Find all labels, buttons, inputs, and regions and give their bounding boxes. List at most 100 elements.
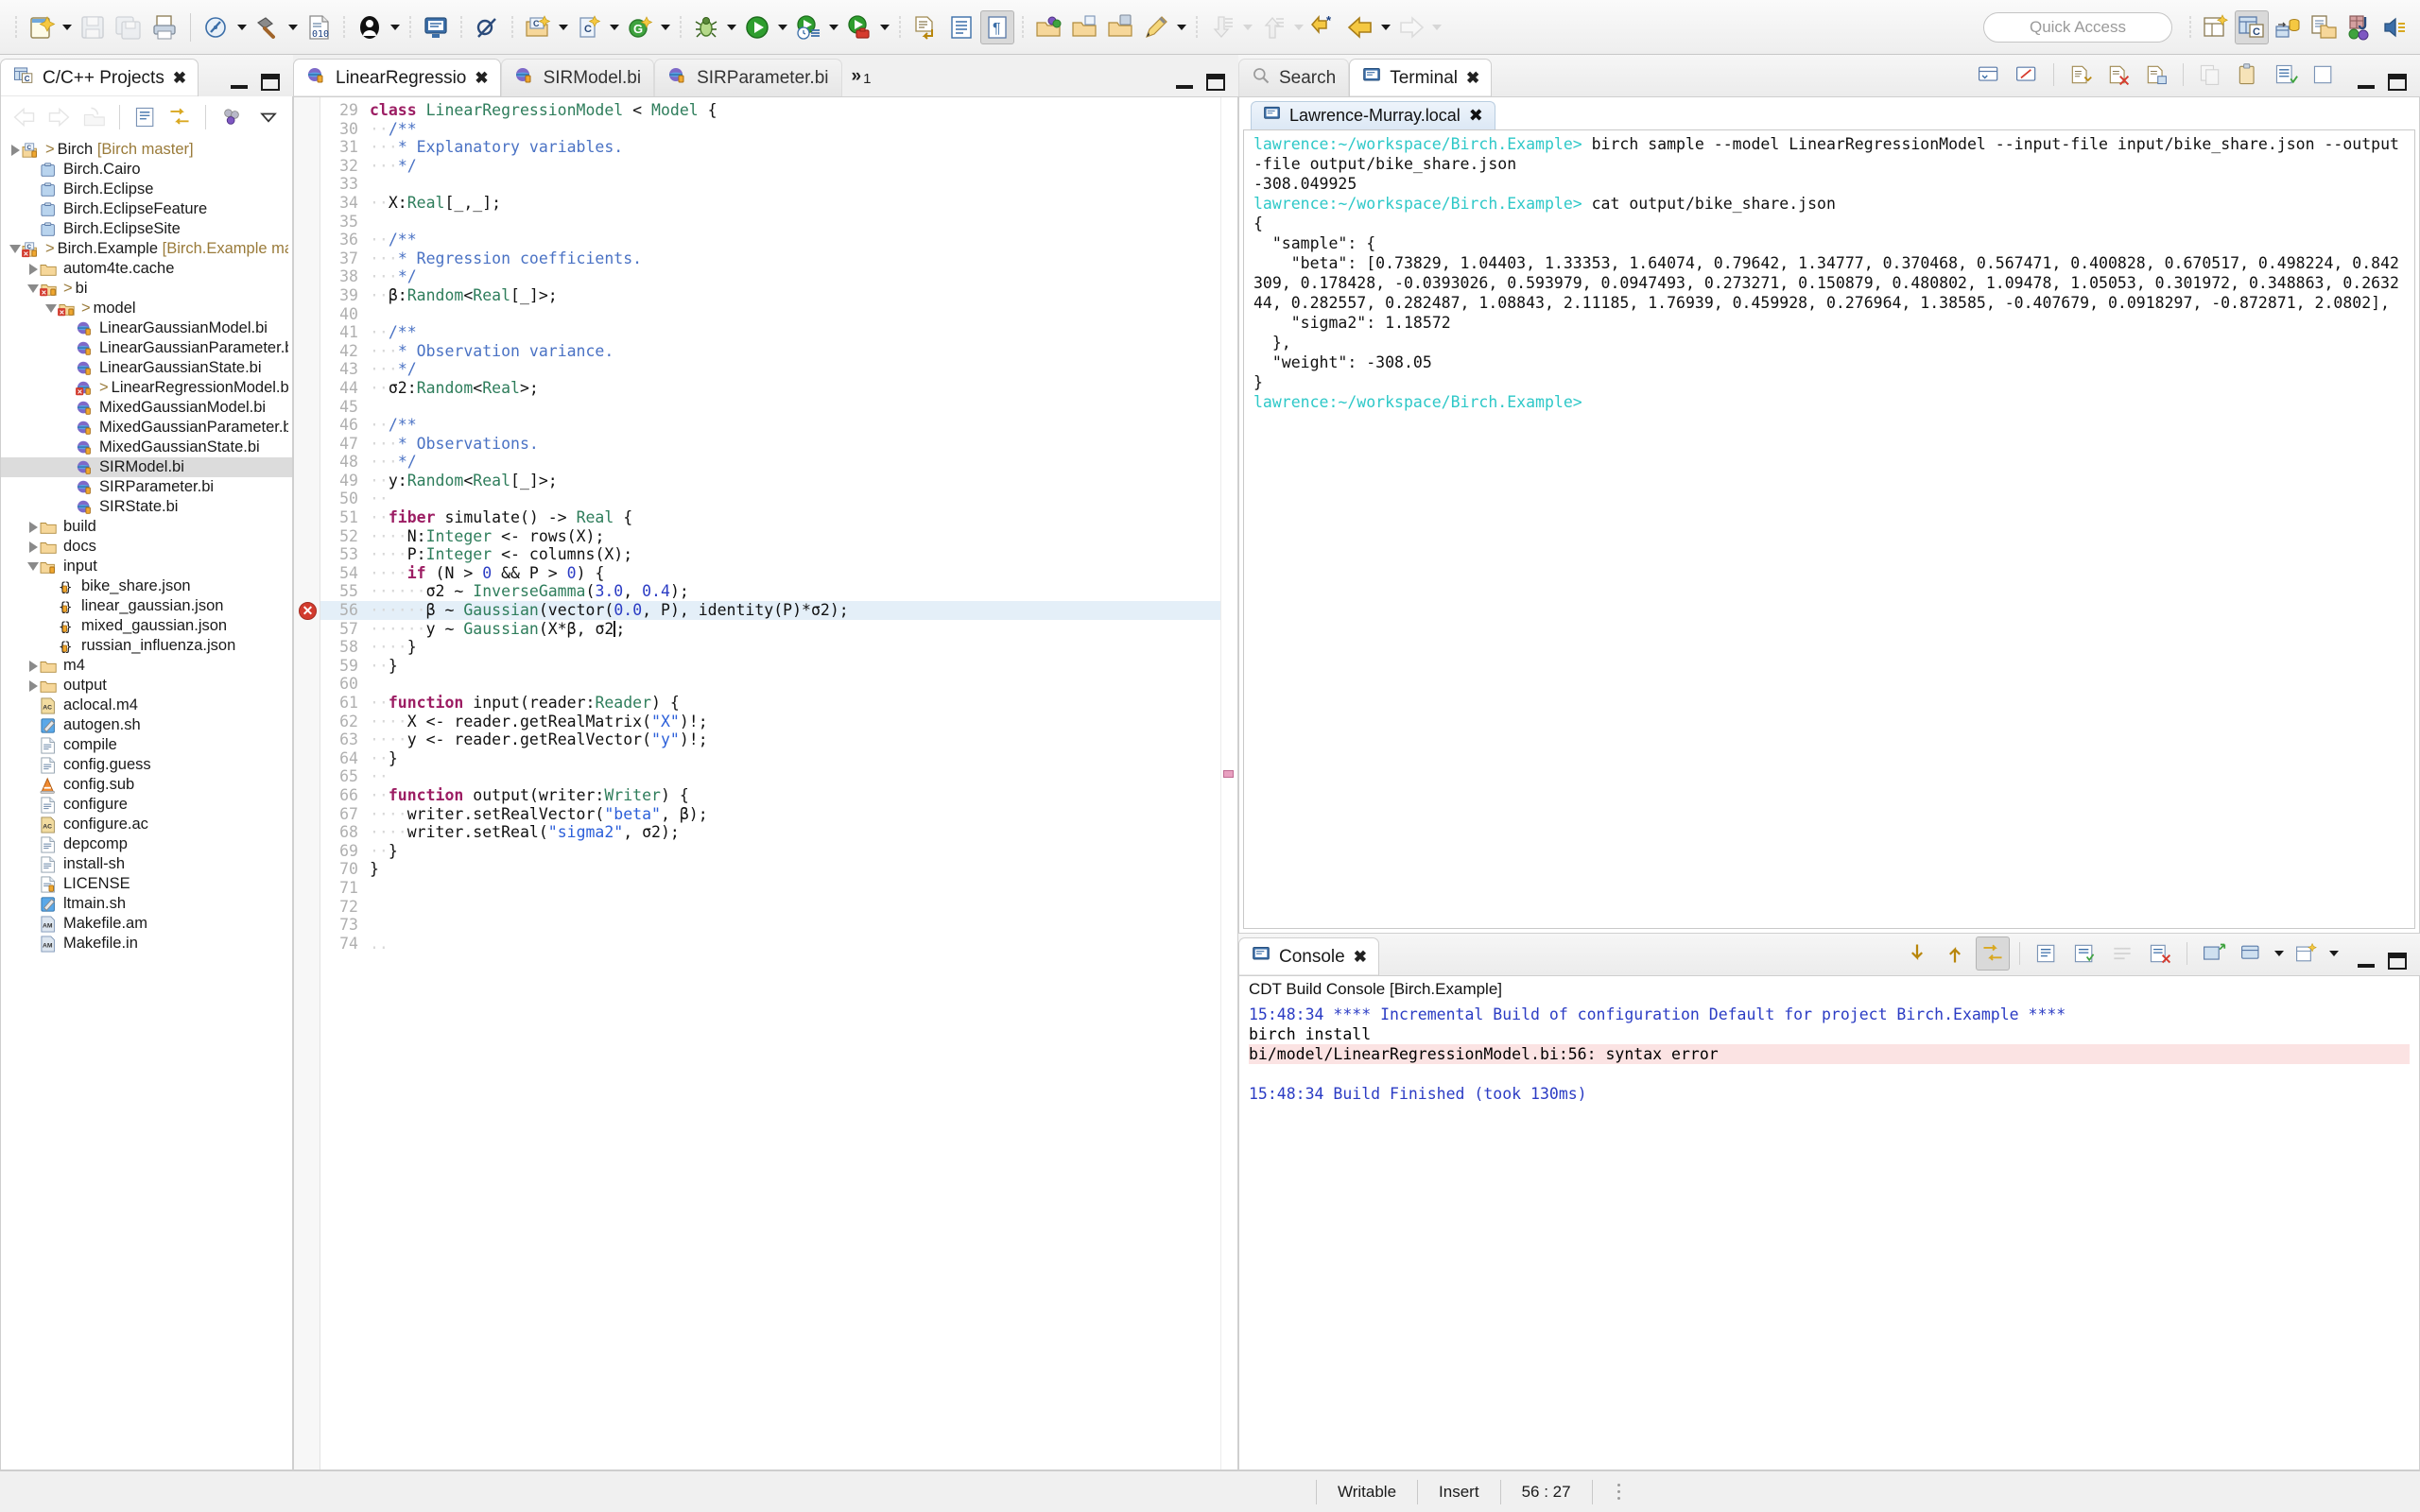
new-c-project-icon[interactable]: C xyxy=(521,10,555,44)
next-edit-up-icon[interactable] xyxy=(1256,10,1290,44)
collapse-twisty-icon[interactable] xyxy=(44,299,58,318)
new-c-file-caret[interactable] xyxy=(659,10,672,44)
editor-tab-linearregressio[interactable]: LinearRegressio✖ xyxy=(293,59,501,96)
code-line[interactable]: 55······σ2 ~ InverseGamma(3.0, 0.4); xyxy=(320,582,1220,601)
pencil-annotate-icon[interactable] xyxy=(1139,10,1173,44)
overview-marker[interactable] xyxy=(1223,770,1234,778)
tree-item-docs[interactable]: docs xyxy=(1,537,292,557)
tree-item-linearregressionmodel-bi[interactable]: ✕>LinearRegressionModel.bi xyxy=(1,378,292,398)
tree-item-ltmain-sh[interactable]: ltmain.sh xyxy=(1,894,292,914)
code-line[interactable]: 51··fiber simulate() -> Real { xyxy=(320,508,1220,527)
pin-console-icon[interactable] xyxy=(2067,936,2101,971)
expand-twisty-icon[interactable] xyxy=(26,537,40,557)
code-line[interactable]: 31···* Explanatory variables. xyxy=(320,138,1220,157)
code-line[interactable]: 65·· xyxy=(320,767,1220,786)
close-icon[interactable]: ✖ xyxy=(475,69,487,88)
code-line[interactable]: 58····} xyxy=(320,638,1220,657)
minimize-icon[interactable] xyxy=(2358,76,2375,89)
code-line[interactable]: 49··y:Random<Real[_]>; xyxy=(320,472,1220,490)
tree-item-depcomp[interactable]: depcomp xyxy=(1,834,292,854)
code-line[interactable]: 38···*/ xyxy=(320,267,1220,286)
toolbar-drag-handle-7[interactable] xyxy=(899,15,901,40)
tree-item-lineargaussianstate-bi[interactable]: LinearGaussianState.bi xyxy=(1,358,292,378)
run-icon[interactable] xyxy=(740,10,774,44)
scroll-up-icon[interactable] xyxy=(1938,936,1972,971)
open-type-icon[interactable] xyxy=(1031,10,1065,44)
new-c-file-icon[interactable]: G xyxy=(623,10,657,44)
toggle-terminal-icon[interactable] xyxy=(2010,58,2044,92)
tree-item-m4[interactable]: m4 xyxy=(1,656,292,676)
last-edit-location-icon[interactable]: * xyxy=(1307,10,1341,44)
next-annotation-icon[interactable] xyxy=(908,10,942,44)
new-console-icon[interactable] xyxy=(2290,936,2324,971)
tree-item-lineargaussianmodel-bi[interactable]: LinearGaussianModel.bi xyxy=(1,318,292,338)
word-wrap-icon[interactable] xyxy=(2105,936,2139,971)
external-tools-caret[interactable] xyxy=(878,10,891,44)
user-person-icon[interactable] xyxy=(353,10,387,44)
code-line[interactable]: 68····writer.setReal("sigma2", σ2); xyxy=(320,823,1220,842)
tree-item-config-guess[interactable]: config.guess xyxy=(1,755,292,775)
tree-item-birch[interactable]: C>Birch [Birch master] xyxy=(1,140,292,160)
save-icon[interactable] xyxy=(76,10,110,44)
toolbar-drag-handle[interactable] xyxy=(15,15,17,40)
open-element-icon[interactable] xyxy=(1103,10,1137,44)
terminal-session-tab[interactable]: Lawrence-Murray.local ✖ xyxy=(1251,101,1495,129)
tree-item-lineargaussianparameter-bi[interactable]: LinearGaussianParameter.bi xyxy=(1,338,292,358)
tree-item-mixedgaussianmodel-bi[interactable]: MixedGaussianModel.bi xyxy=(1,398,292,418)
code-line[interactable]: 50·· xyxy=(320,490,1220,508)
forward-arrow-caret[interactable] xyxy=(1430,10,1443,44)
tree-item-birch-eclipse[interactable]: Birch.Eclipse xyxy=(1,180,292,199)
new-console-caret[interactable] xyxy=(2327,936,2341,971)
tree-item-install-sh[interactable]: install-sh xyxy=(1,854,292,874)
tree-item-configure[interactable]: configure xyxy=(1,795,292,815)
resize-grip[interactable] xyxy=(1617,1490,1620,1493)
code-line[interactable]: 63····y <- reader.getRealVector("y")!; xyxy=(320,730,1220,749)
new-terminal-icon[interactable] xyxy=(1972,58,2006,92)
tree-item-birch-example[interactable]: C✕>Birch.Example [Birch.Example master] xyxy=(1,239,292,259)
clear-terminal-icon[interactable] xyxy=(2101,58,2135,92)
toolbar-drag-handle-5[interactable] xyxy=(511,15,513,40)
tree-item-linear-gaussian-json[interactable]: {}linear_gaussian.json xyxy=(1,596,292,616)
clear-console-icon[interactable] xyxy=(2030,936,2064,971)
close-icon[interactable]: ✖ xyxy=(1354,948,1366,967)
collapse-twisty-icon[interactable] xyxy=(9,239,22,259)
lock-scroll-icon[interactable] xyxy=(1976,936,2010,971)
back-arrow-icon[interactable] xyxy=(1343,10,1377,44)
resource-perspective-icon[interactable] xyxy=(2307,10,2341,44)
tab-cpp-projects[interactable]: C C/C++ Projects ✖ xyxy=(0,59,199,96)
back-arrow-caret[interactable] xyxy=(1379,10,1392,44)
tree-item-bike-share-json[interactable]: {}bike_share.json xyxy=(1,576,292,596)
code-line[interactable]: 74.. xyxy=(320,935,1220,954)
code-line[interactable]: 61··function input(reader:Reader) { xyxy=(320,694,1220,713)
next-edit-caret[interactable] xyxy=(1292,10,1305,44)
code-line[interactable]: 34··X:Real[_,_]; xyxy=(320,194,1220,213)
prev-edit-down-icon[interactable] xyxy=(1205,10,1239,44)
code-line[interactable]: 60 xyxy=(320,675,1220,694)
expand-twisty-icon[interactable] xyxy=(26,517,40,537)
tree-item-sirparameter-bi[interactable]: SIRParameter.bi xyxy=(1,477,292,497)
tree-item-configure-ac[interactable]: ACconfigure.ac xyxy=(1,815,292,834)
minimize-icon[interactable] xyxy=(2358,954,2375,968)
tree-item-autogen-sh[interactable]: autogen.sh xyxy=(1,715,292,735)
tree-item-birch-cairo[interactable]: Birch.Cairo xyxy=(1,160,292,180)
select-all-icon[interactable] xyxy=(2269,58,2303,92)
terminal-output[interactable]: lawrence:~/workspace/Birch.Example> birc… xyxy=(1243,129,2415,929)
new-c-folder-caret[interactable] xyxy=(608,10,621,44)
remove-console-icon[interactable] xyxy=(2143,936,2177,971)
block-selection-icon[interactable] xyxy=(944,10,978,44)
forward-arrow-icon[interactable] xyxy=(43,100,76,134)
link-editor-icon[interactable] xyxy=(164,100,196,134)
tree-item-bi[interactable]: ✕>bi xyxy=(1,279,292,299)
minimize-icon[interactable] xyxy=(231,76,248,89)
tab-search[interactable]: Search xyxy=(1238,59,1349,96)
console-screen-icon[interactable] xyxy=(419,10,453,44)
tree-item-input[interactable]: input xyxy=(1,557,292,576)
tree-item-sirmodel-bi[interactable]: SIRModel.bi xyxy=(1,457,292,477)
copy-icon[interactable] xyxy=(2193,58,2227,92)
code-line[interactable]: 39··β:Random<Real[_]>; xyxy=(320,286,1220,305)
editor-overview-ruler[interactable] xyxy=(1220,97,1237,1469)
code-line[interactable]: 69··} xyxy=(320,842,1220,861)
code-line[interactable]: 40 xyxy=(320,305,1220,324)
tree-item-mixedgaussianstate-bi[interactable]: MixedGaussianState.bi xyxy=(1,438,292,457)
view-menu-icon[interactable] xyxy=(252,100,285,134)
